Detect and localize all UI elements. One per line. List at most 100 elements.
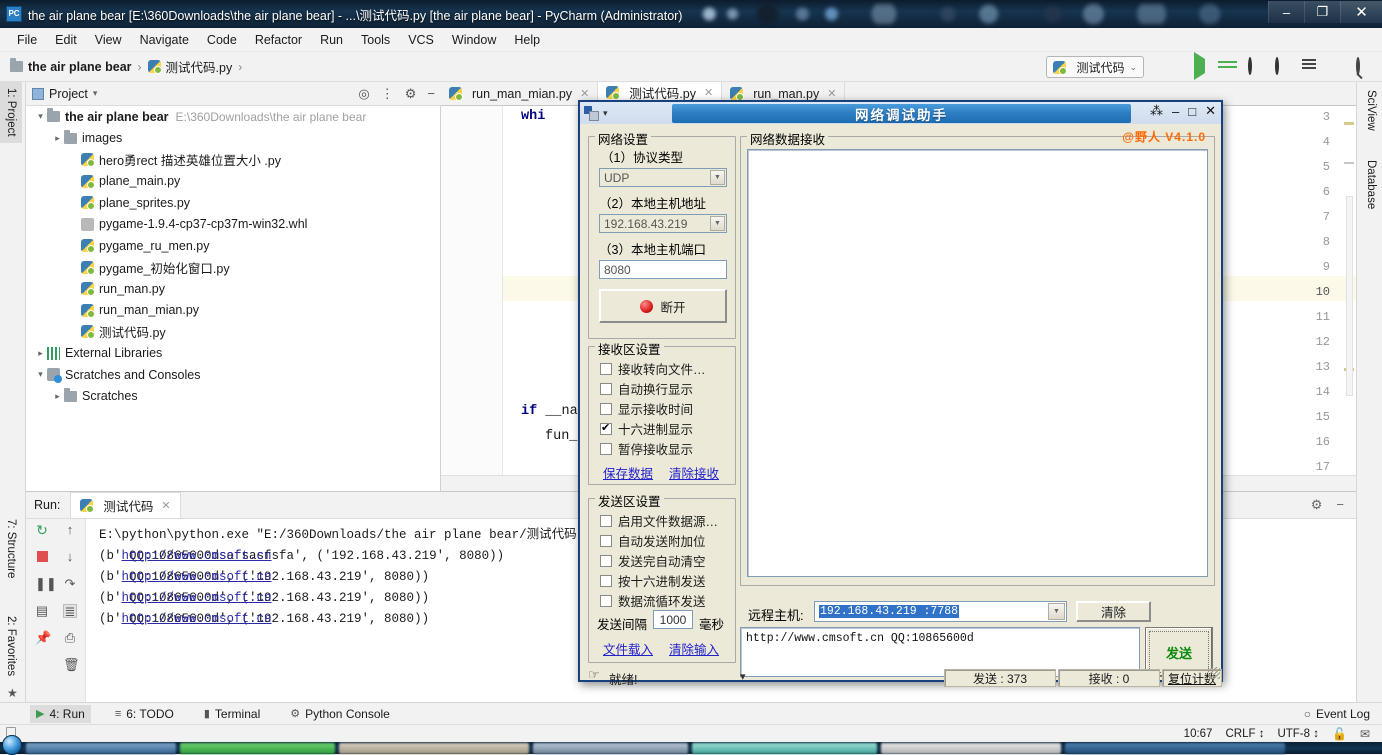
tree-item[interactable]: pygame_初始化窗口.py [26, 257, 440, 279]
tree-item[interactable]: pygame_ru_men.py [26, 235, 440, 257]
tree-item[interactable]: run_man.py [26, 278, 440, 300]
project-tree[interactable]: the air plane bear E:\360Downloads\the ai… [26, 106, 441, 491]
console-link[interactable]: http://www.cmsoft.cn [122, 567, 272, 588]
event-log-button[interactable]: ○ Event Log [1304, 707, 1370, 721]
analysis-stripe[interactable] [1344, 122, 1354, 125]
tree-item[interactable]: images [26, 128, 440, 150]
taskbar-item[interactable] [1065, 742, 1285, 754]
receive-data-textarea[interactable] [747, 149, 1208, 577]
console-link[interactable]: http://www.cmsoft.cn [122, 546, 272, 567]
chevron-right-icon[interactable] [51, 391, 64, 402]
collapse-all-icon[interactable]: ⋮ [381, 86, 394, 102]
dialog-system-icon[interactable] [584, 106, 599, 121]
notifications-icon[interactable]: ✉ [1360, 727, 1370, 741]
analysis-stripe[interactable] [1344, 162, 1354, 164]
caret-position[interactable]: 10:67 [1184, 728, 1213, 740]
trash-icon[interactable]: 🗑 [63, 658, 80, 672]
target-icon[interactable]: ◎ [358, 86, 369, 102]
breadcrumb-project[interactable]: the air plane bear [10, 58, 132, 74]
chevron-down-icon[interactable]: ▾ [603, 108, 608, 119]
menu-edit[interactable]: Edit [46, 31, 86, 49]
rerun-icon[interactable]: ↻ [35, 523, 49, 537]
checkbox-enable-file-source[interactable]: 启用文件数据源… [600, 511, 718, 530]
checkbox-send-as-hex[interactable]: 按十六进制发送 [600, 571, 706, 590]
run-icon[interactable] [1194, 52, 1210, 80]
taskbar-item[interactable] [533, 742, 688, 754]
load-file-link[interactable]: 文件载入 [603, 639, 653, 658]
run-coverage-icon[interactable] [1248, 57, 1264, 75]
editor-gutter[interactable] [441, 106, 503, 491]
sidebar-tab-project[interactable]: 1: Project [0, 82, 22, 143]
clear-button[interactable]: 清除 [1076, 601, 1151, 622]
tree-item[interactable]: pygame-1.9.4-cp37-cp37m-win32.whl [26, 214, 440, 236]
settings-icon[interactable]: ⚙ [1311, 497, 1323, 513]
menu-file[interactable]: File [8, 31, 46, 49]
menu-navigate[interactable]: Navigate [131, 31, 198, 49]
stop-icon[interactable] [35, 550, 49, 564]
debug-icon[interactable] [1221, 59, 1237, 75]
sidebar-tab-database[interactable]: Database [1360, 154, 1382, 215]
checkbox-receive-to-file[interactable]: 接收转向文件… [600, 359, 706, 378]
bottom-tab-terminal[interactable]: ▮ Terminal [198, 705, 266, 723]
taskbar-item[interactable] [881, 742, 1061, 754]
up-arrow-icon[interactable]: ↑ [63, 523, 77, 537]
window-maximize-button[interactable]: ❐ [1304, 1, 1340, 23]
protocol-type-combo[interactable]: UDP ▼ [599, 168, 727, 187]
checkbox-clear-after-send[interactable]: 发送完自动清空 [600, 551, 706, 570]
dialog-minimize-button[interactable]: – [1172, 104, 1179, 119]
tree-item[interactable]: plane_main.py [26, 171, 440, 193]
bottom-tab-run[interactable]: ▶ 4: Run [30, 704, 91, 723]
close-icon[interactable]: ✕ [827, 87, 836, 100]
console-link[interactable]: http://www.cmsoft.cn [122, 588, 272, 609]
checkbox-auto-append-bits[interactable]: 自动发送附加位 [600, 531, 706, 550]
console-link[interactable]: http://www.cmsoft.cn [122, 609, 272, 630]
save-data-link[interactable]: 保存数据 [603, 463, 653, 482]
run-with-console-icon[interactable] [1302, 59, 1318, 75]
tree-item[interactable]: 测试代码.py [26, 321, 440, 343]
print-icon[interactable]: ⎙ [63, 631, 77, 645]
local-host-address-combo[interactable]: 192.168.43.219 ▼ [599, 214, 727, 233]
tree-item[interactable]: the air plane bear E:\360Downloads\the ai… [26, 106, 440, 128]
menu-window[interactable]: Window [443, 31, 505, 49]
menu-code[interactable]: Code [198, 31, 246, 49]
chevron-down-icon[interactable]: ▼ [710, 170, 725, 185]
bottom-tab-python-console[interactable]: ⚙ Python Console [284, 705, 396, 723]
menu-view[interactable]: View [86, 31, 131, 49]
close-icon[interactable]: ✕ [704, 86, 713, 99]
dialog-resize-grip[interactable] [1208, 667, 1220, 679]
sidebar-tab-favorites[interactable]: 2: Favorites [0, 610, 22, 682]
taskbar-item[interactable] [180, 742, 335, 754]
send-interval-input[interactable]: 1000 [653, 610, 693, 629]
run-configuration-selector[interactable]: 测试代码 ⌄ [1046, 56, 1144, 78]
scroll-to-end-icon[interactable]: ≣ [63, 604, 77, 619]
taskbar-item[interactable] [26, 742, 176, 754]
chevron-down-icon[interactable] [34, 369, 47, 380]
local-host-port-input[interactable]: 8080 [599, 260, 727, 279]
tree-item[interactable]: hero勇rect 描述英雄位置大小 .py [26, 149, 440, 171]
tree-item[interactable]: run_man_mian.py [26, 300, 440, 322]
checkbox-hex-display[interactable]: 十六进制显示 [600, 419, 693, 438]
chevron-right-icon[interactable] [51, 133, 64, 144]
chevron-down-icon[interactable] [34, 111, 47, 122]
checkbox-show-receive-time[interactable]: 显示接收时间 [600, 399, 693, 418]
file-encoding[interactable]: UTF-8 ↕ [1277, 728, 1319, 740]
checkbox-loop-send[interactable]: 数据流循环发送 [600, 591, 706, 610]
chevron-down-icon[interactable]: ▼ [710, 216, 725, 231]
stop-icon[interactable] [1329, 59, 1345, 75]
tree-item[interactable]: plane_sprites.py [26, 192, 440, 214]
editor-scrollbar[interactable] [1346, 196, 1353, 396]
taskbar-item[interactable] [692, 742, 877, 754]
soft-wrap-icon[interactable]: ↷ [63, 577, 77, 591]
chevron-right-icon[interactable] [34, 348, 47, 359]
chevron-down-icon[interactable]: ▾ [93, 88, 98, 99]
menu-vcs[interactable]: VCS [399, 31, 443, 49]
close-icon[interactable]: ✕ [161, 499, 170, 512]
pause-icon[interactable]: ❚❚ [35, 577, 57, 591]
sidebar-tab-sciview[interactable]: SciView [1360, 84, 1382, 137]
profile-icon[interactable] [1275, 57, 1291, 75]
menu-help[interactable]: Help [505, 31, 549, 49]
dialog-close-button[interactable]: ✕ [1205, 103, 1216, 119]
breadcrumb-file[interactable]: 测试代码.py [147, 57, 232, 76]
hide-icon[interactable]: − [427, 86, 435, 101]
taskbar-item[interactable] [339, 742, 529, 754]
